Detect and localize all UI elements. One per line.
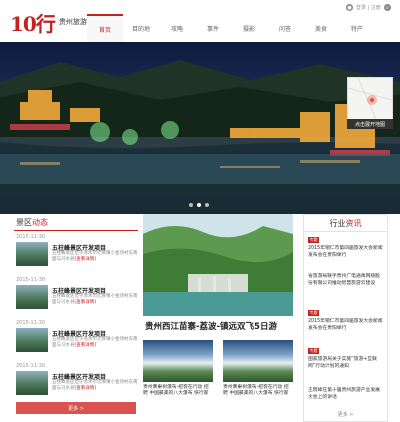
nav-item-destination[interactable]: 目的地 <box>123 14 159 42</box>
nav-item-qa[interactable]: 问答 <box>267 14 303 42</box>
map-widget[interactable] <box>347 77 393 120</box>
news-desc: 五柱峰景区位于赤水市元厚镇小金顶村东南面与习水县[查看详情] <box>52 251 138 262</box>
login-area: ● 登录 | 注册 ⌕ <box>346 4 391 11</box>
news-date: 2015-11-30 <box>16 320 46 326</box>
news-more-link[interactable]: [查看详情] <box>75 257 97 262</box>
industry-news-item[interactable]: 省旅游局联手贵州广电通禹网络股份有限公司推动智慧旅游云建设 <box>308 273 384 287</box>
nav-item-specialty[interactable]: 特产 <box>339 14 375 42</box>
industry-news-item[interactable]: 2015年铜仁市第四届旅发大会新闻发布会在贵阳举行 <box>308 245 384 259</box>
nav-item-guide[interactable]: 攻略 <box>159 14 195 42</box>
featured-section: 贵州西江苗寨-荔波-镇远双飞5日游 贵州黄果树瀑布-招客在行动 招聘 中国最美的… <box>143 214 293 422</box>
slide-dot[interactable] <box>189 203 193 207</box>
login-link[interactable]: 登录 | 注册 <box>356 4 381 11</box>
slide-indicators <box>189 203 209 207</box>
more-button[interactable]: 更多 > <box>16 402 136 414</box>
news-desc: 五柱峰景区位于赤水市元厚镇小金顶村东南面与习水县[查看详情] <box>52 380 138 391</box>
news-thumbnail[interactable] <box>16 371 48 395</box>
title-highlight: 资讯 <box>345 218 362 228</box>
section-title: 景区动态 <box>14 214 138 231</box>
news-more-link[interactable]: [查看详情] <box>75 386 97 391</box>
title-highlight: 动态 <box>32 218 48 227</box>
topic-badge: 专题 <box>308 310 319 316</box>
map-pin-icon <box>347 77 393 120</box>
map-expand-button[interactable]: 点击展开地图 <box>347 119 393 129</box>
tour-card[interactable]: 贵州黄果树瀑布-招客在行动 招聘 中国最美的八大瀑布 快行家 <box>143 340 213 410</box>
title-prefix: 行业 <box>329 218 346 228</box>
industry-news-item[interactable]: 2015年铜仁市第四届旅发大会新闻发布会在贵阳举行 <box>308 318 384 332</box>
industry-news-section: 行业资讯 专题 2015年铜仁市第四届旅发大会新闻发布会在贵阳举行 省旅游局联手… <box>303 214 388 422</box>
hero-image <box>0 60 400 214</box>
industry-news-item[interactable]: 国家旅游局关于实施“旅游+互联网”行动计划的通知 <box>308 356 384 370</box>
topic-badge: 专题 <box>308 237 319 243</box>
news-desc: 五柱峰景区位于赤水市元厚镇小金顶村东南面与习水县[查看详情] <box>52 294 138 305</box>
industry-news-item[interactable]: 王晓峰在第十届贵州旅游产业发展大会上的讲话 <box>308 387 384 401</box>
featured-image[interactable] <box>143 214 293 316</box>
hero-banner <box>0 42 400 214</box>
nav-item-food[interactable]: 美食 <box>303 14 339 42</box>
tour-text[interactable]: 贵州黄果树瀑布-招客在行动 招聘 中国最美的八大瀑布 快行家 <box>143 385 213 397</box>
news-more-link[interactable]: [查看详情] <box>75 300 97 305</box>
news-date: 2015-11-30 <box>16 277 46 283</box>
nav-item-events[interactable]: 事件 <box>195 14 231 42</box>
tour-thumbnail[interactable] <box>143 340 213 382</box>
featured-scenery <box>143 214 293 316</box>
news-item[interactable]: 2015-11-30 五柱峰景区开发项目 五柱峰景区位于赤水市元厚镇小金顶村东南… <box>14 234 138 278</box>
news-more-link[interactable]: [查看详情] <box>75 343 97 348</box>
user-icon[interactable]: ● <box>346 4 353 11</box>
tour-card[interactable]: 贵州黄果树瀑布-招客在行动 招聘 中国最美的八大瀑布 快行家 <box>223 340 293 410</box>
news-date: 2015-11-30 <box>16 363 46 369</box>
news-item[interactable]: 2015-11-30 五柱峰景区开发项目 五柱峰景区位于赤水市元厚镇小金顶村东南… <box>14 363 138 407</box>
nav-item-home[interactable]: 首页 <box>87 14 123 42</box>
title-prefix: 景区 <box>16 218 32 227</box>
news-item[interactable]: 2015-11-30 五柱峰景区开发项目 五柱峰景区位于赤水市元厚镇小金顶村东南… <box>14 320 138 364</box>
tour-thumbnail[interactable] <box>223 340 293 382</box>
news-thumbnail[interactable] <box>16 242 48 266</box>
logo-mark: 10行 <box>10 11 56 36</box>
topic-badge: 专题 <box>308 348 319 354</box>
news-thumbnail[interactable] <box>16 285 48 309</box>
section-title: 行业资讯 <box>304 215 387 232</box>
news-desc: 五柱峰景区位于赤水市元厚镇小金顶村东南面与习水县[查看详情] <box>52 337 138 348</box>
scenic-news-section: 景区动态 2015-11-30 五柱峰景区开发项目 五柱峰景区位于赤水市元厚镇小… <box>14 214 138 422</box>
search-icon[interactable]: ⌕ <box>383 4 391 11</box>
news-thumbnail[interactable] <box>16 328 48 352</box>
slide-dot-active[interactable] <box>197 203 201 207</box>
slide-dot[interactable] <box>205 203 209 207</box>
tour-text[interactable]: 贵州黄果树瀑布-招客在行动 招聘 中国最美的八大瀑布 快行家 <box>223 385 293 397</box>
main-nav: 首页 目的地 攻略 事件 摄影 问答 美食 特产 <box>87 14 375 42</box>
news-date: 2015-11-30 <box>16 234 46 240</box>
featured-title[interactable]: 贵州西江苗寨-荔波-镇远双飞5日游 <box>145 320 295 332</box>
top-bar: 10行 贵州旅游大全 首页 目的地 攻略 事件 摄影 问答 美食 特产 ● 登录… <box>0 0 400 42</box>
news-item[interactable]: 2015-11-30 五柱峰景区开发项目 五柱峰景区位于赤水市元厚镇小金顶村东南… <box>14 277 138 321</box>
more-link[interactable]: 更多 > <box>304 411 387 418</box>
nav-item-photo[interactable]: 摄影 <box>231 14 267 42</box>
